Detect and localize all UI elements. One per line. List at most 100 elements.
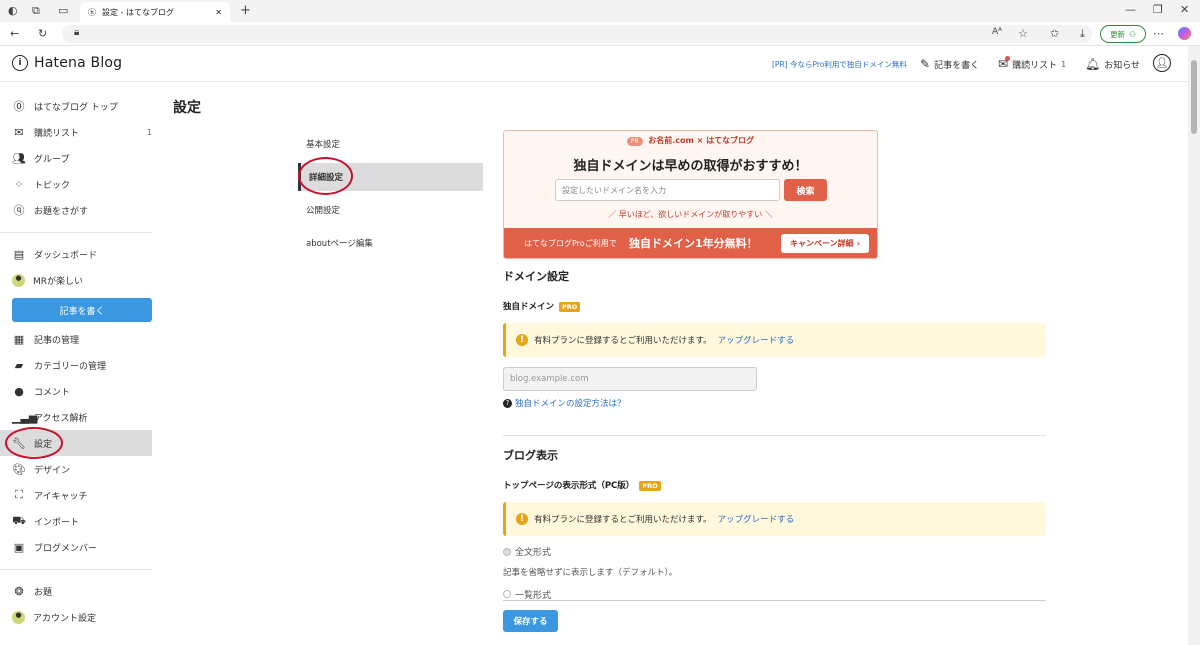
ad-domain-input[interactable]: 設定したいドメイン名を入力 [555, 179, 780, 201]
sidebar-item-articles[interactable]: ▦ 記事の管理 [12, 327, 152, 351]
sidebar-item-analytics[interactable]: ▁▃▅ アクセス解析 [12, 405, 152, 429]
favorites-icon[interactable]: ✩ [1050, 28, 1059, 39]
domain-upgrade-link[interactable]: アップグレードする [718, 334, 795, 346]
sidebar-item-categories[interactable]: ▰ カテゴリーの管理 [12, 353, 152, 377]
sidebar-item-label: カテゴリーの管理 [34, 361, 107, 372]
ad-brand: お名前.com × はてなブログ [648, 136, 755, 145]
sidebar-item-dashboard[interactable]: ▤ ダッシュボード [12, 242, 152, 266]
restore-icon[interactable]: ❐ [1153, 4, 1163, 15]
url-input[interactable]: 🔒︎ Aᴬ ☆ [62, 25, 1092, 43]
close-tab-icon[interactable]: ✕ [215, 8, 222, 17]
theme-icon: ❂ [14, 584, 24, 598]
tab-actions-icon[interactable]: ▭ [58, 5, 68, 16]
domain-notice: ! 有料プランに登録するとご利用いただけます。 アップグレードする [503, 323, 1046, 357]
write-article-link[interactable]: ✎ 記事を書く [920, 57, 979, 71]
update-label: 更新 [1110, 29, 1126, 39]
display-label-row: トップページの表示形式（PC版） PRO [503, 479, 661, 491]
ad-banner-big: 独自ドメイン1年分無料！ [629, 237, 758, 250]
ad-search-button[interactable]: 検索 [784, 179, 827, 201]
close-window-icon[interactable]: ✕ [1180, 4, 1189, 15]
sidebar-item-group[interactable]: 👥︎ グループ [12, 146, 152, 170]
comment-icon: ● [14, 384, 24, 398]
radio-list[interactable] [503, 590, 511, 598]
sidebar-item-label: インポート [34, 517, 80, 528]
profile-icon[interactable]: ◐ [8, 5, 18, 16]
domain-help-row[interactable]: ? 独自ドメインの設定方法は？ [503, 397, 626, 409]
hatena-logo-icon: ⅰ [12, 55, 28, 71]
reload-icon[interactable]: ↻ [38, 28, 47, 39]
save-button[interactable]: 保存する [503, 610, 558, 632]
question-icon: ? [503, 398, 512, 408]
sidebar-item-label: 購読リスト [34, 128, 80, 139]
update-button[interactable]: 更新 ⚇ [1100, 25, 1146, 43]
sidebar-item-search-theme[interactable]: ⓠ お題をさがす [12, 198, 152, 222]
back-icon[interactable]: ← [10, 28, 19, 39]
option-full-row[interactable]: 全文形式 [503, 545, 551, 558]
sidebar-item-eyecatch[interactable]: ⛶ アイキャッチ [12, 483, 152, 507]
scrollbar-thumb[interactable] [1191, 60, 1197, 134]
browser-tab[interactable]: ⓗ 設定 - はてなブログ ✕ [80, 2, 230, 22]
submenu-publish[interactable]: 公開設定 [298, 196, 483, 224]
download-icon[interactable]: ⤓ [1080, 28, 1085, 39]
page-scrollbar[interactable] [1188, 46, 1200, 645]
favorite-icon[interactable]: ☆ [1018, 28, 1028, 39]
domain-heading: ドメイン設定 [503, 270, 569, 283]
eyecatch-icon: ⛶ [15, 488, 23, 501]
blog-avatar-icon: ● [12, 273, 25, 287]
analytics-icon: ▁▃▅ [12, 410, 38, 424]
copilot-icon[interactable] [1178, 27, 1191, 40]
sidebar-write-button[interactable]: 記事を書く [12, 298, 152, 322]
search-theme-icon: ⓠ [13, 204, 25, 217]
option-list-row[interactable]: 一覧形式 [503, 588, 1046, 600]
browser-tab-bar: ◐ ⧉ ▭ ⓗ 設定 - はてなブログ ✕ + — ❐ ✕ [0, 0, 1200, 22]
user-avatar-icon[interactable]: 👤︎ [1153, 54, 1171, 72]
campaign-button[interactable]: キャンペーン詳細 › [781, 234, 869, 253]
hatena-blog-logo[interactable]: ⅰ Hatena Blog [12, 55, 122, 71]
sidebar-item-comments[interactable]: ● コメント [12, 379, 152, 403]
annotation-circle-submenu [298, 157, 353, 195]
minimize-icon[interactable]: — [1125, 4, 1136, 15]
notifications-link[interactable]: 🔔︎ お知らせ [1085, 57, 1140, 71]
ad-banner-small: はてなブログProご利用で [524, 239, 617, 248]
sidebar-item-members[interactable]: ▣ ブログメンバー [12, 535, 152, 559]
update-status-icon: ⚇ [1129, 29, 1136, 39]
sidebar-item-topic[interactable]: ⁘ トピック [12, 172, 152, 196]
sidebar-item-import[interactable]: ⛟ インポート [12, 509, 152, 533]
sidebar-item-design[interactable]: 🎨︎ デザイン [12, 457, 152, 481]
account-avatar-icon: ● [12, 610, 25, 624]
sidebar-item-label: グループ [34, 154, 70, 165]
radio-full[interactable] [503, 547, 511, 556]
workspaces-icon[interactable]: ⧉ [32, 5, 40, 16]
lock-icon: 🔒︎ [74, 27, 80, 38]
sidebar-item-label: はてなブログ トップ [34, 102, 118, 113]
pro-badge: PRO [559, 301, 581, 312]
sidebar-item-hatena-top[interactable]: ⓪ はてなブログ トップ [12, 94, 152, 118]
domain-ad: PR お名前.com × はてなブログ 独自ドメインは早めの取得がおすすめ！ 設… [503, 130, 878, 259]
sidebar-item-label: コメント [34, 387, 71, 398]
menu-dots-icon[interactable]: ⋯ [1153, 28, 1164, 39]
domain-help-link[interactable]: 独自ドメインの設定方法は？ [515, 397, 626, 409]
pencil-icon: ✎ [920, 57, 931, 71]
sidebar-item-reading-list[interactable]: ✉ 購読リスト 1 [12, 120, 152, 144]
option-full-label: 全文形式 [515, 548, 552, 558]
hatena-icon: ⓪ [13, 100, 25, 113]
display-label: トップページの表示形式（PC版） [503, 481, 635, 491]
sidebar-item-account[interactable]: ● アカウント設定 [12, 605, 152, 629]
campaign-button-label: キャンペーン詳細 [790, 239, 854, 248]
sidebar-item-theme[interactable]: ❂ お題 [12, 579, 152, 603]
display-upgrade-link[interactable]: アップグレードする [718, 513, 795, 525]
promo-link[interactable]: [PR] 今ならPro利用で独自ドメイン無料 [772, 59, 907, 70]
reading-list-count: 1 [1061, 59, 1067, 69]
display-notice-text: 有料プランに登録するとご利用いただけます。 [534, 515, 712, 525]
submenu-basic[interactable]: 基本設定 [298, 130, 483, 158]
tab-title: 設定 - はてなブログ [102, 7, 174, 17]
sidebar-item-blog[interactable]: ● MRが楽しい [12, 268, 152, 292]
submenu-about[interactable]: aboutページ編集 [298, 229, 483, 257]
read-aloud-icon[interactable]: Aᴬ [992, 28, 1002, 37]
reading-list-icon: ✉ [14, 125, 24, 139]
reading-list-link[interactable]: ✉ 購読リスト 1 [998, 56, 1067, 71]
new-tab-icon[interactable]: + [240, 4, 251, 17]
domain-input[interactable]: blog.example.com [503, 367, 757, 391]
ad-banner[interactable]: はてなブログProご利用で 独自ドメイン1年分無料！ キャンペーン詳細 › [504, 228, 877, 258]
sticky-footer-divider [503, 600, 1046, 601]
